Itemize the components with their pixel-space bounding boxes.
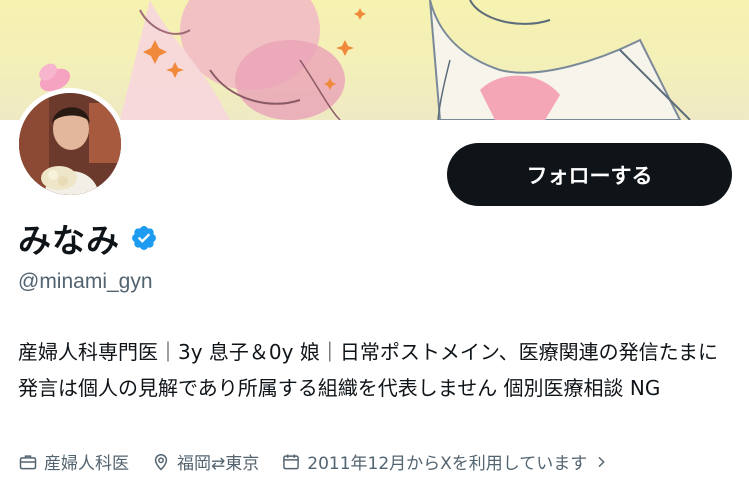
meta-job: 産婦人科医 (18, 449, 129, 474)
avatar-frame[interactable] (14, 88, 126, 200)
display-name-row: みなみ (18, 214, 158, 262)
briefcase-icon (19, 454, 37, 469)
follow-button[interactable]: フォローする (447, 143, 732, 206)
meta-location-text: 福岡⇄東京 (177, 454, 260, 474)
calendar-icon (283, 454, 300, 469)
banner-illustration (39, 0, 691, 120)
display-name: みなみ (18, 221, 120, 260)
chevron-right-icon[interactable] (593, 454, 609, 470)
profile-meta: 産婦人科医 福岡⇄東京 2011年12月からXを利用しています (18, 449, 615, 474)
meta-job-text: 産婦人科医 (44, 454, 129, 474)
meta-joined[interactable]: 2011年12月からXを利用しています (281, 449, 615, 474)
username-handle: @minami_gyn (18, 270, 153, 293)
profile-bio: 産婦人科専門医｜3y 息子＆0y 娘｜日常ポストメイン、医療関連の発信たまに 発… (18, 340, 719, 400)
header-banner[interactable] (0, 0, 749, 120)
verified-badge-icon[interactable] (130, 224, 158, 252)
avatar (19, 93, 121, 195)
location-pin-icon (154, 453, 168, 471)
meta-location: 福岡⇄東京 (151, 449, 259, 474)
meta-joined-text: 2011年12月からXを利用しています (307, 454, 588, 474)
